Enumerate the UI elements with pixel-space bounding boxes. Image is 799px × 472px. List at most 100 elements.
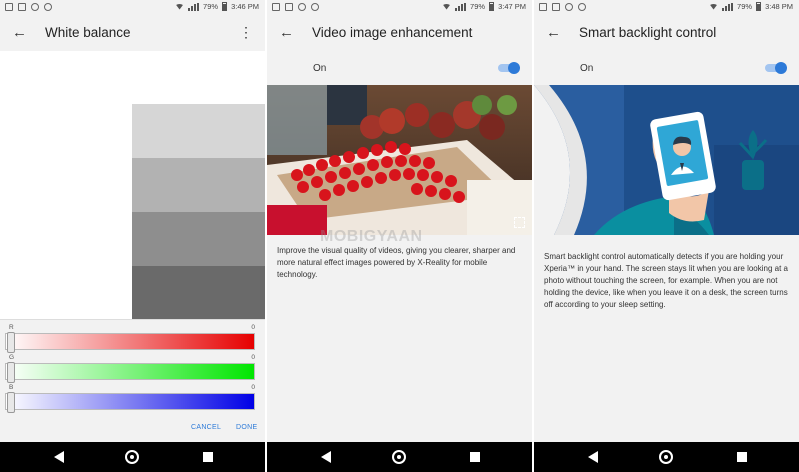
screen-divider — [265, 0, 267, 472]
green-channel-label: G — [9, 354, 15, 361]
rgb-slider-panel: R 0 G 0 B 0 — [0, 319, 265, 442]
enable-switch[interactable] — [765, 62, 787, 74]
app-bar: ← White balance ⋮ — [0, 15, 265, 51]
red-slider[interactable] — [5, 332, 255, 353]
screen-divider — [532, 0, 534, 472]
battery-icon — [756, 2, 762, 11]
blue-channel-value: 0 — [251, 384, 255, 391]
fullscreen-icon[interactable] — [514, 217, 525, 228]
enable-toggle-row[interactable]: On — [267, 51, 532, 85]
description-panel: Improve the visual quality of videos, gi… — [267, 235, 532, 442]
hotspot-notification-icon — [311, 3, 319, 11]
enable-toggle-row[interactable]: On — [534, 51, 799, 85]
gray-swatch-3 — [132, 212, 265, 266]
notification-icons — [539, 3, 586, 11]
image-notification-icon — [272, 3, 280, 11]
signal-icon — [722, 2, 734, 11]
navigation-bar — [534, 442, 799, 472]
white-balance-preview — [0, 51, 265, 319]
nav-back-icon[interactable] — [588, 451, 598, 463]
description-text: Smart backlight control automatically de… — [544, 252, 788, 309]
green-slider-thumb[interactable] — [7, 362, 15, 383]
alarm-notification-icon — [552, 3, 560, 11]
switch-knob — [508, 62, 520, 74]
nav-recents-icon[interactable] — [470, 452, 480, 462]
notification-icons — [5, 3, 52, 11]
red-channel-value: 0 — [251, 324, 255, 331]
green-slider[interactable] — [5, 362, 255, 383]
blue-slider-thumb[interactable] — [7, 392, 15, 413]
app-bar: ← Smart backlight control — [534, 15, 799, 51]
done-button[interactable]: DONE — [236, 424, 257, 431]
gray-swatch-4 — [132, 266, 265, 319]
dnd-notification-icon — [565, 3, 573, 11]
description-text: Improve the visual quality of videos, gi… — [277, 246, 516, 279]
switch-knob — [775, 62, 787, 74]
back-arrow-icon[interactable]: ← — [279, 25, 294, 41]
status-bar: 79% 3:46 PM — [0, 0, 265, 15]
status-right: 79% 3:48 PM — [709, 2, 793, 11]
clock: 3:47 PM — [498, 2, 526, 11]
battery-icon — [489, 2, 495, 11]
toggle-label: On — [580, 63, 594, 74]
description-panel: Smart backlight control automatically de… — [534, 235, 799, 442]
signal-icon — [455, 2, 467, 11]
battery-icon — [222, 2, 228, 11]
enable-switch[interactable] — [498, 62, 520, 74]
nav-recents-icon[interactable] — [737, 452, 747, 462]
toggle-label: On — [313, 63, 327, 74]
image-notification-icon — [539, 3, 547, 11]
more-vert-icon[interactable]: ⋮ — [239, 24, 253, 41]
smart-backlight-screen: 79% 3:48 PM ← Smart backlight control On — [534, 0, 799, 472]
signal-icon — [188, 2, 200, 11]
status-right: 79% 3:46 PM — [175, 2, 259, 11]
wifi-icon — [442, 3, 452, 10]
clock: 3:46 PM — [231, 2, 259, 11]
blue-channel-label: B — [9, 384, 14, 391]
battery-percent: 79% — [737, 2, 753, 11]
video-enhancement-screen: 79% 3:47 PM ← Video image enhancement On — [267, 0, 532, 472]
watermark-text: MOBIGYAAN — [320, 228, 423, 245]
nav-home-icon[interactable] — [659, 450, 673, 464]
dnd-notification-icon — [31, 3, 39, 11]
white-balance-screen: 79% 3:46 PM ← White balance ⋮ R 0 G 0 B … — [0, 0, 265, 472]
red-slider-thumb[interactable] — [7, 332, 15, 353]
page-title: White balance — [45, 25, 131, 40]
dnd-notification-icon — [298, 3, 306, 11]
hotspot-notification-icon — [44, 3, 52, 11]
red-channel-label: R — [9, 324, 14, 331]
app-bar: ← Video image enhancement — [267, 15, 532, 51]
battery-percent: 79% — [203, 2, 219, 11]
tomatoes-image — [267, 85, 532, 235]
nav-back-icon[interactable] — [321, 451, 331, 463]
green-channel-value: 0 — [251, 354, 255, 361]
cancel-button[interactable]: CANCEL — [191, 424, 221, 431]
wifi-icon — [709, 3, 719, 10]
status-bar: 79% 3:47 PM — [267, 0, 532, 15]
status-right: 79% 3:47 PM — [442, 2, 526, 11]
navigation-bar — [267, 442, 532, 472]
hand-holding-phone-image — [534, 85, 799, 235]
backlight-illustration — [534, 85, 799, 235]
battery-percent: 79% — [470, 2, 486, 11]
nav-back-icon[interactable] — [54, 451, 64, 463]
clock: 3:48 PM — [765, 2, 793, 11]
status-bar: 79% 3:48 PM — [534, 0, 799, 15]
back-arrow-icon[interactable]: ← — [546, 25, 561, 41]
page-title: Video image enhancement — [312, 25, 473, 40]
gray-swatch-2 — [132, 158, 265, 212]
blue-slider[interactable] — [5, 392, 255, 413]
alarm-notification-icon — [285, 3, 293, 11]
alarm-notification-icon — [18, 3, 26, 11]
gray-swatch-1 — [132, 104, 265, 158]
navigation-bar — [0, 442, 265, 472]
nav-recents-icon[interactable] — [203, 452, 213, 462]
tomatoes-illustration — [267, 85, 532, 235]
nav-home-icon[interactable] — [125, 450, 139, 464]
image-notification-icon — [5, 3, 13, 11]
wifi-icon — [175, 3, 185, 10]
hotspot-notification-icon — [578, 3, 586, 11]
page-title: Smart backlight control — [579, 25, 717, 40]
back-arrow-icon[interactable]: ← — [12, 25, 27, 41]
nav-home-icon[interactable] — [392, 450, 406, 464]
